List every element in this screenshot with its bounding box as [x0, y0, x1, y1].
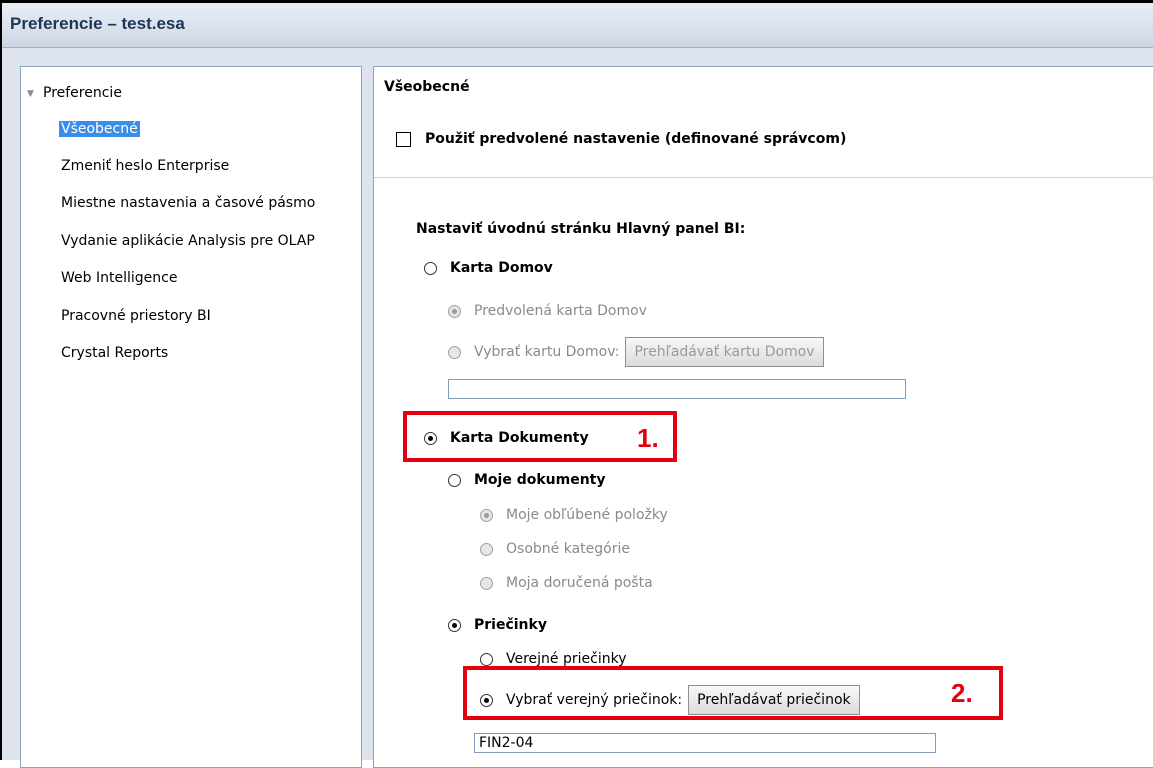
public-folders-radio[interactable] — [480, 652, 493, 666]
my-documents-row: Moje dokumenty — [448, 472, 606, 488]
my-documents-radio[interactable] — [448, 473, 461, 487]
folder-field[interactable]: FIN2-04 — [474, 733, 936, 753]
choose-home-label: Vybrať kartu Domov: — [474, 344, 620, 360]
home-tab-label: Karta Domov — [450, 260, 553, 276]
folders-label: Priečinky — [474, 617, 547, 633]
use-default-label: Použiť predvolené nastavenie (definované… — [425, 131, 847, 147]
my-documents-label: Moje dokumenty — [474, 472, 606, 488]
default-home-radio[interactable] — [448, 304, 461, 318]
window-titlebar: Preferencie – test.esa — [2, 3, 1153, 48]
favorites-label: Moje obľúbené položky — [506, 507, 668, 523]
tree-collapse-icon[interactable]: ▼ — [27, 89, 34, 99]
browse-home-button[interactable]: Prehľadávať kartu Domov — [625, 337, 824, 367]
sidebar-item-web-intelligence[interactable]: Web Intelligence — [61, 270, 177, 286]
folders-radio[interactable] — [448, 618, 461, 632]
annotation-box-2 — [463, 666, 1003, 720]
home-tab-radio[interactable] — [424, 261, 437, 275]
personal-categories-label: Osobné kategórie — [506, 541, 630, 557]
public-folders-label: Verejné priečinky — [506, 651, 627, 667]
use-default-checkbox[interactable] — [396, 131, 411, 147]
inbox-label: Moja doručená pošta — [506, 575, 653, 591]
window-title: Preferencie – test.esa — [10, 14, 185, 33]
sidebar-item-change-password[interactable]: Zmeniť heslo Enterprise — [61, 158, 229, 174]
sidebar-item-analysis-olap[interactable]: Vydanie aplikácie Analysis pre OLAP — [61, 233, 315, 249]
personal-categories-radio[interactable] — [480, 542, 493, 556]
personal-categories-row: Osobné kategórie — [480, 541, 630, 557]
public-folders-row: Verejné priečinky — [480, 651, 627, 667]
choose-home-radio[interactable] — [448, 345, 461, 359]
inbox-row: Moja doručená pošta — [480, 575, 653, 591]
default-home-row: Predvolená karta Domov — [448, 303, 647, 319]
start-page-label: Nastaviť úvodnú stránku Hlavný panel BI: — [416, 221, 746, 237]
annotation-box-1 — [403, 411, 677, 462]
folders-row: Priečinky — [448, 617, 547, 633]
preferences-sidebar: ▼ Preferencie Všeobecné Zmeniť heslo Ent… — [20, 66, 362, 768]
default-home-label: Predvolená karta Domov — [474, 303, 647, 319]
choose-home-row: Vybrať kartu Domov: Prehľadávať kartu Do… — [448, 337, 824, 367]
sidebar-item-locale-timezone[interactable]: Miestne nastavenia a časové pásmo — [61, 195, 315, 211]
favorites-radio[interactable] — [480, 508, 493, 522]
sidebar-item-crystal-reports[interactable]: Crystal Reports — [61, 345, 168, 361]
sidebar-item-general[interactable]: Všeobecné — [59, 121, 140, 137]
sidebar-item-bi-workspaces[interactable]: Pracovné priestory BI — [61, 308, 211, 324]
annotation-marker-1: 1. — [637, 423, 659, 453]
inbox-radio[interactable] — [480, 576, 493, 590]
home-tab-row: Karta Domov — [424, 260, 553, 276]
section-divider — [374, 177, 1153, 178]
tree-root-preferences[interactable]: Preferencie — [43, 85, 122, 101]
home-tab-field[interactable] — [448, 379, 906, 399]
favorites-row: Moje obľúbené položky — [480, 507, 668, 523]
annotation-marker-2: 2. — [951, 678, 973, 708]
use-default-row: Použiť predvolené nastavenie (definované… — [396, 131, 846, 147]
section-title: Všeobecné — [384, 79, 470, 95]
